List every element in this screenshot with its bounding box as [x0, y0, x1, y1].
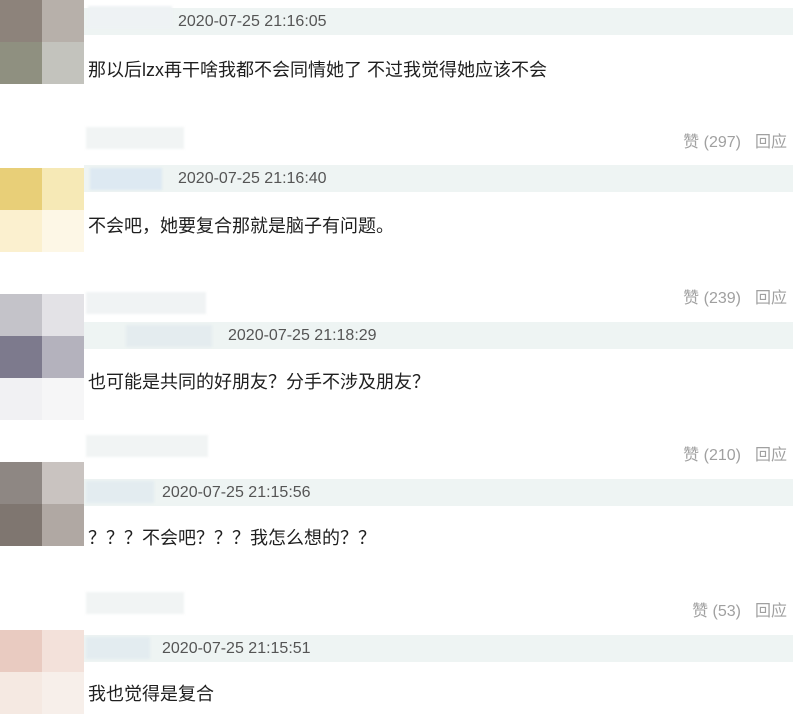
like-button[interactable]: 赞 (297) — [683, 133, 741, 153]
username-blurred[interactable] — [90, 168, 162, 190]
comment-text: 不会吧，她要复合那就是脑子有问题。 — [88, 216, 394, 236]
avatar[interactable] — [0, 462, 84, 546]
reply-button[interactable]: 回应 — [755, 446, 787, 466]
username-blurred[interactable] — [88, 6, 172, 28]
like-count: (53) — [712, 603, 741, 620]
comment-timestamp: 2020-07-25 21:18:29 — [228, 327, 377, 344]
comment-timestamp: 2020-07-25 21:16:40 — [178, 170, 327, 187]
username-blurred[interactable] — [86, 292, 206, 314]
comment-timestamp: 2020-07-25 21:15:51 — [162, 640, 311, 657]
reply-button[interactable]: 回应 — [755, 289, 787, 309]
username-blurred[interactable] — [86, 481, 154, 503]
avatar[interactable] — [0, 0, 84, 84]
avatar[interactable] — [0, 168, 84, 252]
username-blurred[interactable] — [126, 325, 212, 347]
like-count: (210) — [703, 447, 741, 464]
avatar[interactable] — [0, 294, 84, 420]
comment-actions: 赞 (297) 回应 — [683, 133, 787, 153]
avatar[interactable] — [0, 630, 84, 714]
reply-button[interactable]: 回应 — [755, 133, 787, 153]
comment-text: ？？？不会吧？？？我怎么想的？？ — [88, 528, 376, 548]
like-button[interactable]: 赞 (53) — [692, 602, 741, 622]
comment-actions: 赞 (210) 回应 — [683, 446, 787, 466]
reply-button[interactable]: 回应 — [755, 602, 787, 622]
comment-timestamp: 2020-07-25 21:16:05 — [178, 13, 327, 30]
comment-text: 也可能是共同的好朋友？分手不涉及朋友？ — [88, 372, 430, 392]
username-blurred[interactable] — [86, 435, 208, 457]
comment-text: 那以后lzx再干啥我都不会同情她了 不过我觉得她应该不会 — [88, 60, 547, 80]
username-blurred[interactable] — [86, 592, 184, 614]
like-button[interactable]: 赞 (210) — [683, 446, 741, 466]
username-blurred[interactable] — [86, 637, 150, 659]
comment-timestamp: 2020-07-25 21:15:56 — [162, 484, 311, 501]
comment-feed: 2020-07-25 21:16:05 那以后lzx再干啥我都不会同情她了 不过… — [0, 0, 801, 718]
like-count: (239) — [703, 290, 741, 307]
comment-actions: 赞 (239) 回应 — [683, 289, 787, 309]
like-button[interactable]: 赞 (239) — [683, 289, 741, 309]
like-count: (297) — [703, 134, 741, 151]
comment-actions: 赞 (53) 回应 — [692, 602, 787, 622]
username-blurred[interactable] — [86, 127, 184, 149]
comment-text: 我也觉得是复合 — [88, 684, 214, 704]
